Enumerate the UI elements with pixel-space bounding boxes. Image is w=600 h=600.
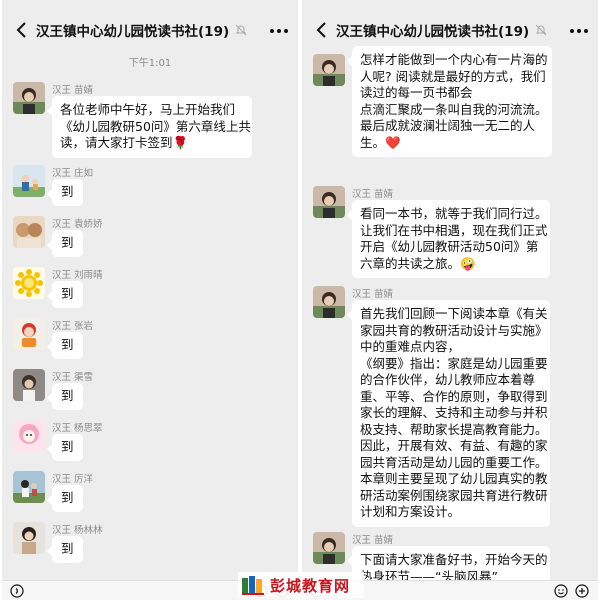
bell-off-icon <box>535 24 547 36</box>
sender-name: 汉王 庄如 <box>52 168 94 179</box>
message-line: 怎样才能做到一个内心有一片海的 <box>360 52 548 67</box>
avatar[interactable] <box>13 82 45 114</box>
more-dots-icon[interactable] <box>268 28 290 34</box>
message-line: 因此，开展有效、有益、有趣的家 <box>360 438 548 453</box>
chevron-left-icon[interactable] <box>12 18 32 42</box>
chevron-left-icon[interactable] <box>312 18 332 42</box>
message-bubble[interactable]: 看同一本书，就等于我们同行过。 让我们在书中相遇，现在我们正式 开启《幼儿园教研… <box>347 200 550 278</box>
plus-icon[interactable] <box>575 584 589 598</box>
message-line: 人呢? 阅读就是最好的方式，我们 <box>360 68 546 84</box>
sender-name: 汉王 渠雪 <box>52 372 94 383</box>
chat-panel-left: 汉王镇中心幼儿园悦读书社(19) 下午1:01 汉王 苗婧 各位老师中午好，马上… <box>2 0 298 600</box>
message-line: 开启《幼儿园教研活动50问》第 <box>360 239 539 254</box>
message-line: 六章的共读之旅。🤪 <box>360 255 476 271</box>
emoji-icon[interactable] <box>554 584 568 598</box>
sender-name: 汉王 苗婧 <box>352 289 394 300</box>
sender-name: 汉王 袁娇娇 <box>52 219 103 230</box>
message-line: 极支持、帮助家长提高教育能力。 <box>360 421 548 437</box>
chat-title: 汉王镇中心幼儿园悦读书社(19) <box>36 24 230 40</box>
sender-name: 汉王 苗婧 <box>52 85 94 96</box>
message-bubble[interactable]: 到 <box>47 383 83 410</box>
message-bubble[interactable]: 首先我们回顾一下阅读本章《有关 家园共育的教研活动设计与实施》 中的重难点内容，… <box>347 300 550 527</box>
avatar[interactable] <box>13 318 45 350</box>
book-logo-icon <box>242 576 264 595</box>
sender-name: 汉王 苗婧 <box>352 535 394 546</box>
avatar[interactable] <box>13 369 45 401</box>
message-bubble[interactable]: 到 <box>47 332 83 359</box>
message-line: 计划和方案设计。 <box>360 504 461 519</box>
avatar[interactable] <box>313 186 345 218</box>
message-line: 下面请大家准备好书，开始今天的 <box>360 552 548 567</box>
timestamp: 下午1:01 <box>128 58 172 69</box>
message-bubble[interactable]: 到 <box>47 179 83 206</box>
message-bubble[interactable]: 到 <box>47 230 83 257</box>
message-bubble[interactable]: 各位老师中午好，马上开始我们 《幼儿园教研50问》第六章线上共 读，请大家打卡签… <box>47 96 252 158</box>
message-line: 生。❤️ <box>360 134 401 150</box>
watermark-text: 彭城教育网 <box>270 576 351 595</box>
message-line: 家长的理解、支持和主动参与并积 <box>360 405 548 420</box>
message-line: 家园共育的教研活动设计与实施》 <box>360 322 548 338</box>
message-line: 首先我们回顾一下阅读本章《有关 <box>360 306 548 321</box>
sender-name: 汉王 张岩 <box>52 321 94 332</box>
message-bubble[interactable]: 到 <box>47 536 83 563</box>
sender-name: 汉王 刘雨晴 <box>52 270 103 281</box>
message-line: 看同一本书，就等于我们同行过。 <box>360 206 548 221</box>
chat-panel-right: 汉王镇中心幼儿园悦读书社(19) 怎样才能做到一个内心有一片海的 人呢? 阅读就… <box>302 0 598 600</box>
sender-name: 汉王 杨思翠 <box>52 423 103 434</box>
message-bubble[interactable]: 到 <box>47 281 83 308</box>
message-line: 读，请大家打卡签到🌹 <box>60 135 189 150</box>
message-line: 园共育活动是幼儿园的重要工作。 <box>360 454 548 470</box>
message-line: 点滴汇聚成一条叫自我的河流流。 <box>360 101 548 117</box>
avatar[interactable] <box>313 54 345 86</box>
bell-off-icon <box>235 24 247 36</box>
sender-name: 汉王 厉洋 <box>52 474 94 485</box>
chat-title: 汉王镇中心幼儿园悦读书社(19) <box>336 24 530 40</box>
sender-name: 汉王 苗婧 <box>352 189 394 200</box>
message-line: 的合作伙伴，幼儿教师应本着尊 <box>360 372 536 387</box>
avatar[interactable] <box>13 216 45 248</box>
voice-icon[interactable] <box>10 584 24 598</box>
avatar[interactable] <box>13 471 45 503</box>
message-line: 《幼儿园教研50问》第六章线上共 <box>60 118 251 134</box>
avatar[interactable] <box>313 532 345 564</box>
message-line: 中的重难点内容， <box>360 339 461 354</box>
avatar[interactable] <box>13 420 45 452</box>
message-line: 让我们在书中相遇，现在我们正式 <box>360 222 548 238</box>
message-bubble[interactable]: 到 <box>47 485 83 512</box>
message-line: 读过的每一页书都会 <box>360 85 473 100</box>
message-bubble[interactable]: 怎样才能做到一个内心有一片海的 人呢? 阅读就是最好的方式，我们 读过的每一页书… <box>347 46 552 157</box>
message-line: 最后成就波澜壮阔独一无二的人 <box>360 118 536 133</box>
chat-header: 汉王镇中心幼儿园悦读书社(19) <box>2 0 298 58</box>
avatar[interactable] <box>13 522 45 554</box>
message-line: 研活动案例围绕家园共育进行教研 <box>360 487 548 503</box>
message-line: 各位老师中午好，马上开始我们 <box>60 102 236 117</box>
message-line: 本章则主要呈现了幼儿园真实的教 <box>360 471 548 486</box>
message-bubble[interactable]: 到 <box>47 434 83 461</box>
avatar[interactable] <box>313 286 345 318</box>
watermark: 彭城教育网 <box>238 572 364 598</box>
more-dots-icon[interactable] <box>568 28 590 34</box>
avatar[interactable] <box>13 165 45 197</box>
message-line: 《纲要》指出：家庭是幼儿园重要 <box>360 355 548 371</box>
message-line: 重、平等、合作的原则，争取得到 <box>360 388 548 404</box>
avatar[interactable] <box>13 267 45 299</box>
sender-name: 汉王 杨林林 <box>52 525 103 536</box>
